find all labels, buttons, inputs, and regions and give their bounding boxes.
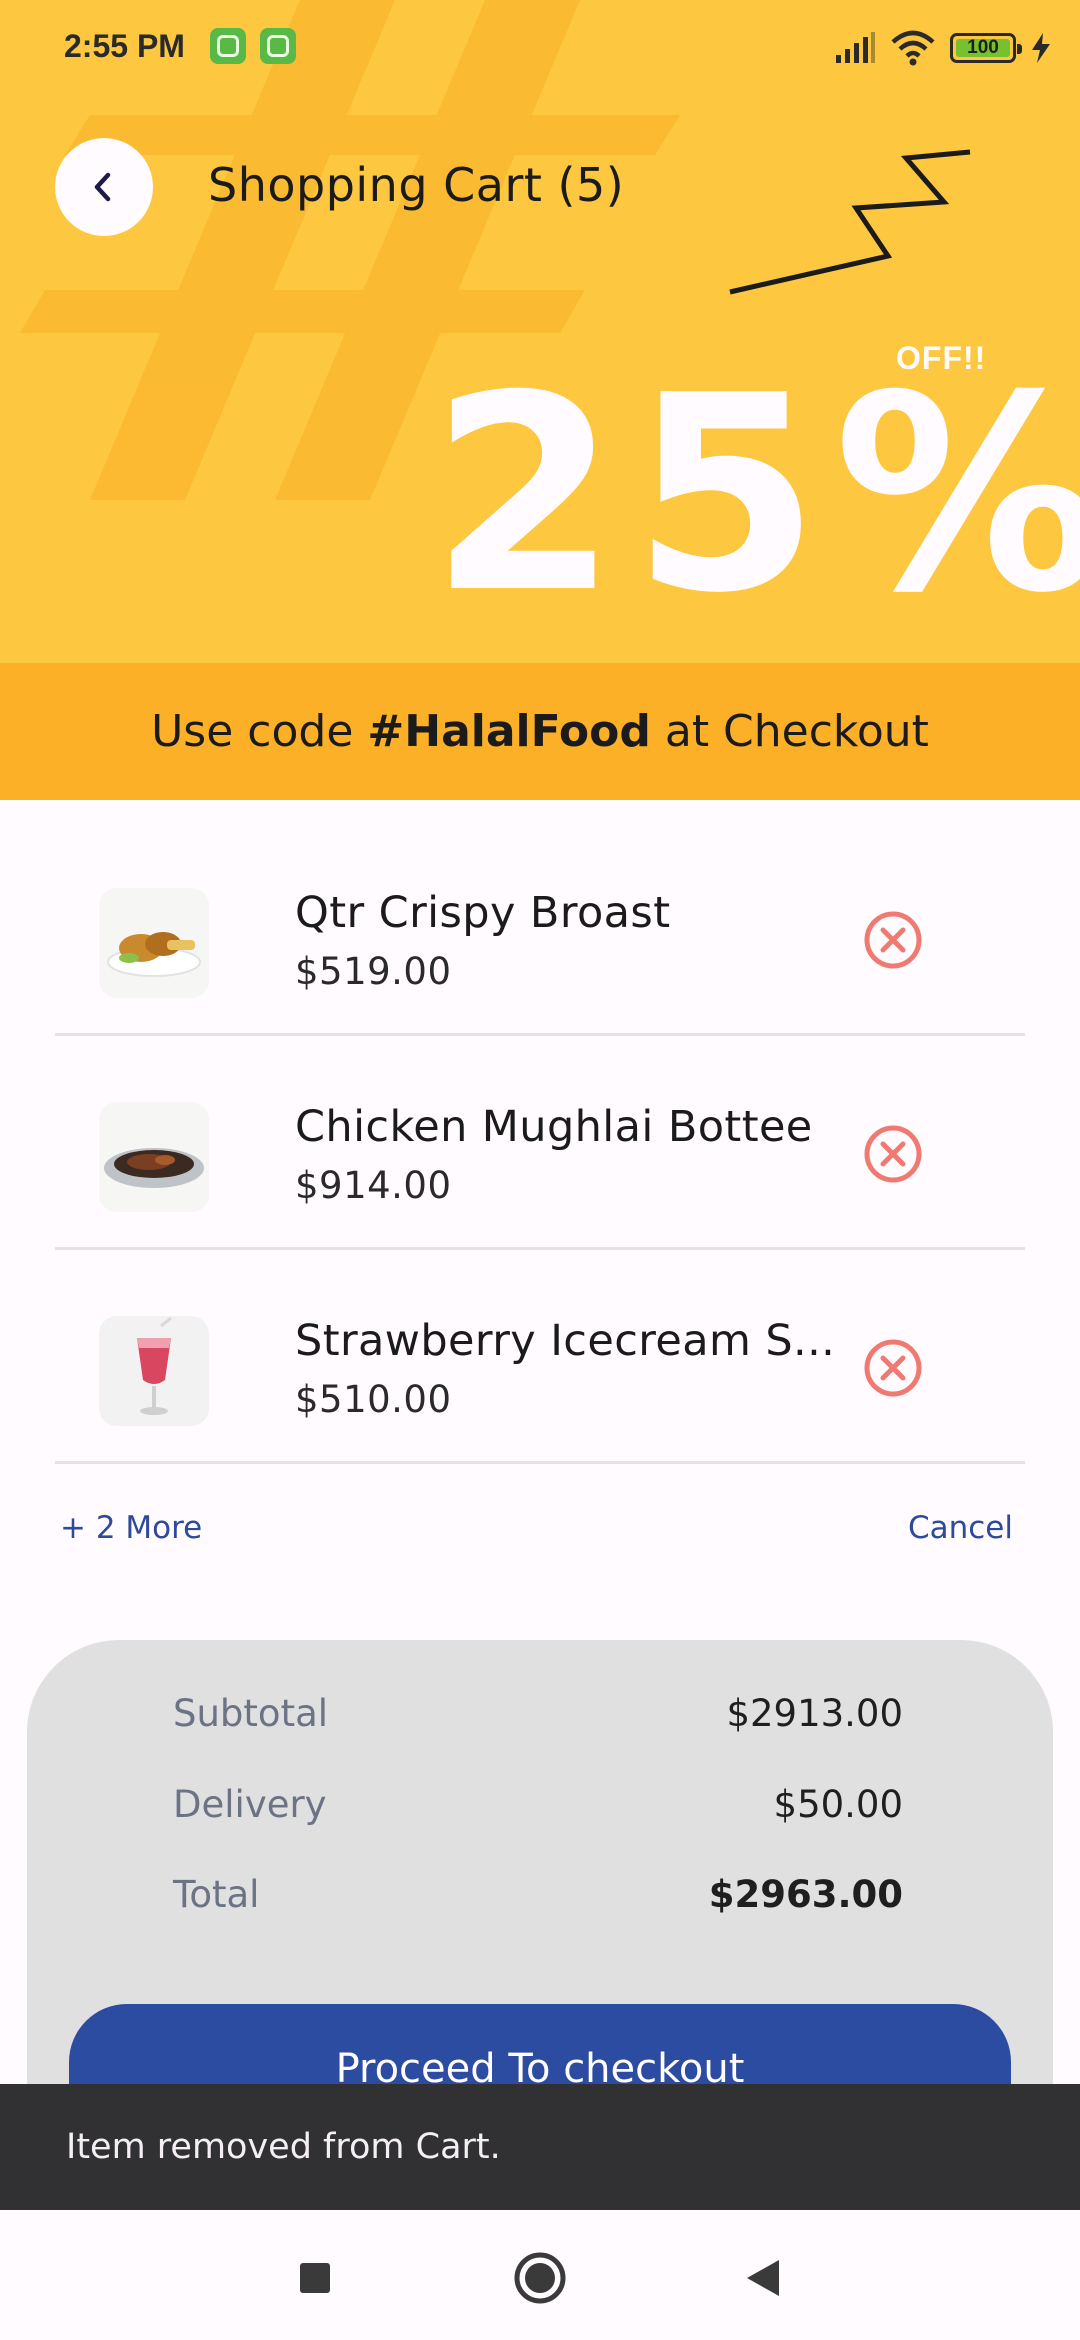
status-time: 2:55 PM	[64, 28, 185, 64]
promo-banner: 2:55 PM 100 Shopping Cart (5) OFF!! 25%	[0, 0, 1080, 663]
discount-percent: 25%	[430, 337, 1080, 652]
cart-item[interactable]: Strawberry Icecream S... $510.00	[55, 1250, 1025, 1464]
snackbar: Item removed from Cart.	[0, 2084, 1080, 2210]
cart-more-row: + 2 More Cancel	[60, 1510, 1020, 1554]
promo-code-suffix: at Checkout	[664, 706, 929, 757]
page-title: Shopping Cart (5)	[208, 158, 625, 212]
item-thumbnail	[99, 888, 209, 998]
item-name: Qtr Crispy Broast	[295, 888, 671, 938]
item-name: Strawberry Icecream S...	[295, 1316, 836, 1366]
system-icons: 100	[834, 28, 1052, 68]
promo-code-bar: Use code #HalalFood at Checkout	[0, 663, 1080, 800]
item-price: $914.00	[295, 1164, 452, 1207]
item-price: $510.00	[295, 1378, 452, 1421]
strawberry-shake-image	[99, 1316, 209, 1426]
item-thumbnail	[99, 1102, 209, 1212]
wifi-icon	[891, 30, 935, 66]
notification-app-icon	[210, 28, 246, 64]
subtotal-label: Subtotal	[173, 1692, 329, 1735]
item-thumbnail	[99, 1316, 209, 1426]
home-button[interactable]	[512, 2250, 568, 2306]
snackbar-message: Item removed from Cart.	[66, 2127, 501, 2167]
back-nav-button[interactable]	[735, 2250, 791, 2306]
status-bar: 2:55 PM 100	[0, 0, 1080, 96]
item-name: Chicken Mughlai Bottee	[295, 1102, 813, 1152]
fried-chicken-image	[99, 888, 209, 998]
promo-code-prefix: Use code	[151, 706, 354, 757]
subtotal-value: $2913.00	[726, 1692, 903, 1735]
zigzag-decoration	[729, 149, 971, 295]
notification-app-icon	[260, 28, 296, 64]
system-navigation-bar	[0, 2210, 1080, 2340]
delivery-value: $50.00	[773, 1783, 903, 1826]
battery-level: 100	[967, 37, 999, 58]
promo-code: #HalalFood	[367, 706, 651, 757]
cart-item-list: Qtr Crispy Broast $519.00 Chicken Mughla…	[55, 822, 1025, 1464]
circle-icon	[514, 2252, 566, 2304]
signal-icon	[836, 32, 875, 63]
back-button[interactable]	[55, 138, 153, 236]
charging-icon	[1032, 33, 1050, 63]
remove-item-button[interactable]	[861, 1122, 925, 1186]
item-price: $519.00	[295, 950, 452, 993]
subtotal-row: Subtotal $2913.00	[173, 1692, 903, 1742]
delivery-row: Delivery $50.00	[173, 1783, 903, 1833]
cart-item[interactable]: Qtr Crispy Broast $519.00	[55, 822, 1025, 1036]
chevron-left-icon	[94, 172, 111, 202]
cart-item[interactable]: Chicken Mughlai Bottee $914.00	[55, 1036, 1025, 1250]
remove-item-button[interactable]	[861, 1336, 925, 1400]
triangle-back-icon	[747, 2260, 779, 2296]
cancel-link[interactable]: Cancel	[908, 1510, 1013, 1546]
remove-item-button[interactable]	[861, 908, 925, 972]
square-icon	[300, 2263, 330, 2293]
total-label: Total	[173, 1873, 260, 1916]
battery-icon: 100	[950, 33, 1022, 63]
show-more-link[interactable]: + 2 More	[60, 1510, 202, 1546]
total-row: Total $2963.00	[173, 1873, 903, 1923]
mughlai-dish-image	[99, 1102, 209, 1212]
delivery-label: Delivery	[173, 1783, 327, 1826]
recents-button[interactable]	[287, 2250, 343, 2306]
total-value: $2963.00	[708, 1873, 903, 1916]
